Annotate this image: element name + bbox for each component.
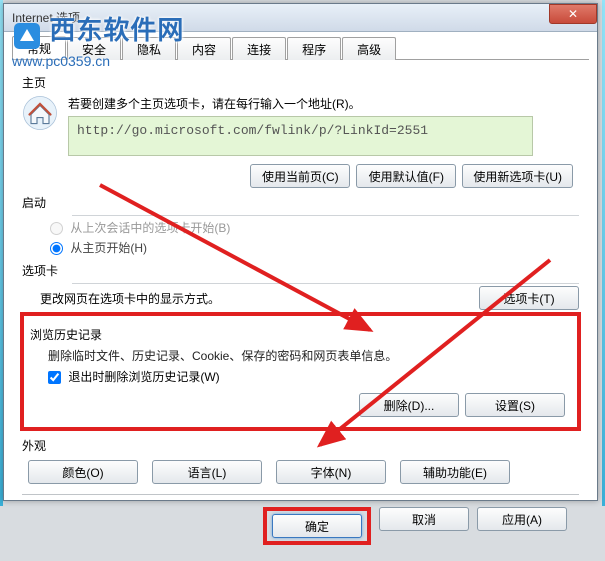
use-default-button[interactable]: 使用默认值(F): [356, 164, 456, 188]
titlebar: Internet 选项 ✕: [4, 4, 597, 32]
ok-highlight-box: 确定: [263, 507, 371, 545]
delete-button[interactable]: 删除(D)...: [359, 393, 459, 417]
use-current-button[interactable]: 使用当前页(C): [250, 164, 350, 188]
history-label: 浏览历史记录: [30, 326, 571, 343]
history-highlight-box: 浏览历史记录 删除临时文件、历史记录、Cookie、保存的密码和网页表单信息。 …: [20, 312, 581, 431]
tab-body: 主页 若要创建多个主页选项卡，请在每行输入一个地址(R)。 http://go.…: [12, 60, 589, 553]
use-newtab-button[interactable]: 使用新选项卡(U): [462, 164, 573, 188]
startup-home-row[interactable]: 从主页开始(H): [50, 239, 579, 256]
homepage-label: 主页: [22, 74, 579, 91]
delete-on-exit-row[interactable]: 退出时删除浏览历史记录(W): [48, 368, 571, 385]
cancel-button[interactable]: 取消: [379, 507, 469, 531]
apply-button[interactable]: 应用(A): [477, 507, 567, 531]
delete-on-exit-checkbox[interactable]: [48, 371, 61, 384]
tab-connections[interactable]: 连接: [232, 37, 286, 60]
close-button[interactable]: ✕: [549, 4, 597, 24]
tab-content[interactable]: 内容: [177, 37, 231, 60]
window-title: Internet 选项: [12, 11, 80, 25]
startup-last-radio[interactable]: [50, 222, 63, 235]
startup-home-label: 从主页开始(H): [70, 241, 147, 255]
tabs-section-label: 选项卡: [22, 262, 579, 279]
language-button[interactable]: 语言(L): [152, 460, 262, 484]
tab-programs[interactable]: 程序: [287, 37, 341, 60]
startup-label: 启动: [22, 194, 579, 211]
colors-button[interactable]: 颜色(O): [28, 460, 138, 484]
homepage-url-input[interactable]: http://go.microsoft.com/fwlink/p/?LinkId…: [68, 116, 533, 156]
internet-options-dialog: Internet 选项 ✕ 常规 安全 隐私 内容 连接 程序 高级 主页: [3, 3, 598, 501]
dialog-footer: 确定 取消 应用(A): [22, 494, 579, 545]
homepage-hint: 若要创建多个主页选项卡，请在每行输入一个地址(R)。: [68, 95, 579, 112]
home-icon: [22, 95, 58, 131]
history-text: 删除临时文件、历史记录、Cookie、保存的密码和网页表单信息。: [48, 347, 571, 364]
appearance-label: 外观: [22, 437, 579, 454]
tab-advanced[interactable]: 高级: [342, 37, 396, 60]
close-icon: ✕: [568, 7, 578, 21]
history-settings-button[interactable]: 设置(S): [465, 393, 565, 417]
tabs-section-text: 更改网页在选项卡中的显示方式。: [40, 290, 479, 307]
fonts-button[interactable]: 字体(N): [276, 460, 386, 484]
tab-general[interactable]: 常规: [12, 36, 66, 59]
startup-last-row[interactable]: 从上次会话中的选项卡开始(B): [50, 219, 579, 236]
startup-home-radio[interactable]: [50, 242, 63, 255]
tab-security[interactable]: 安全: [67, 37, 121, 60]
ok-button[interactable]: 确定: [272, 514, 362, 538]
tabs-button[interactable]: 选项卡(T): [479, 286, 579, 310]
delete-on-exit-label: 退出时删除浏览历史记录(W): [68, 370, 219, 384]
startup-last-label: 从上次会话中的选项卡开始(B): [70, 221, 230, 235]
tabstrip: 常规 安全 隐私 内容 连接 程序 高级: [12, 36, 589, 60]
tab-privacy[interactable]: 隐私: [122, 37, 176, 60]
accessibility-button[interactable]: 辅助功能(E): [400, 460, 510, 484]
